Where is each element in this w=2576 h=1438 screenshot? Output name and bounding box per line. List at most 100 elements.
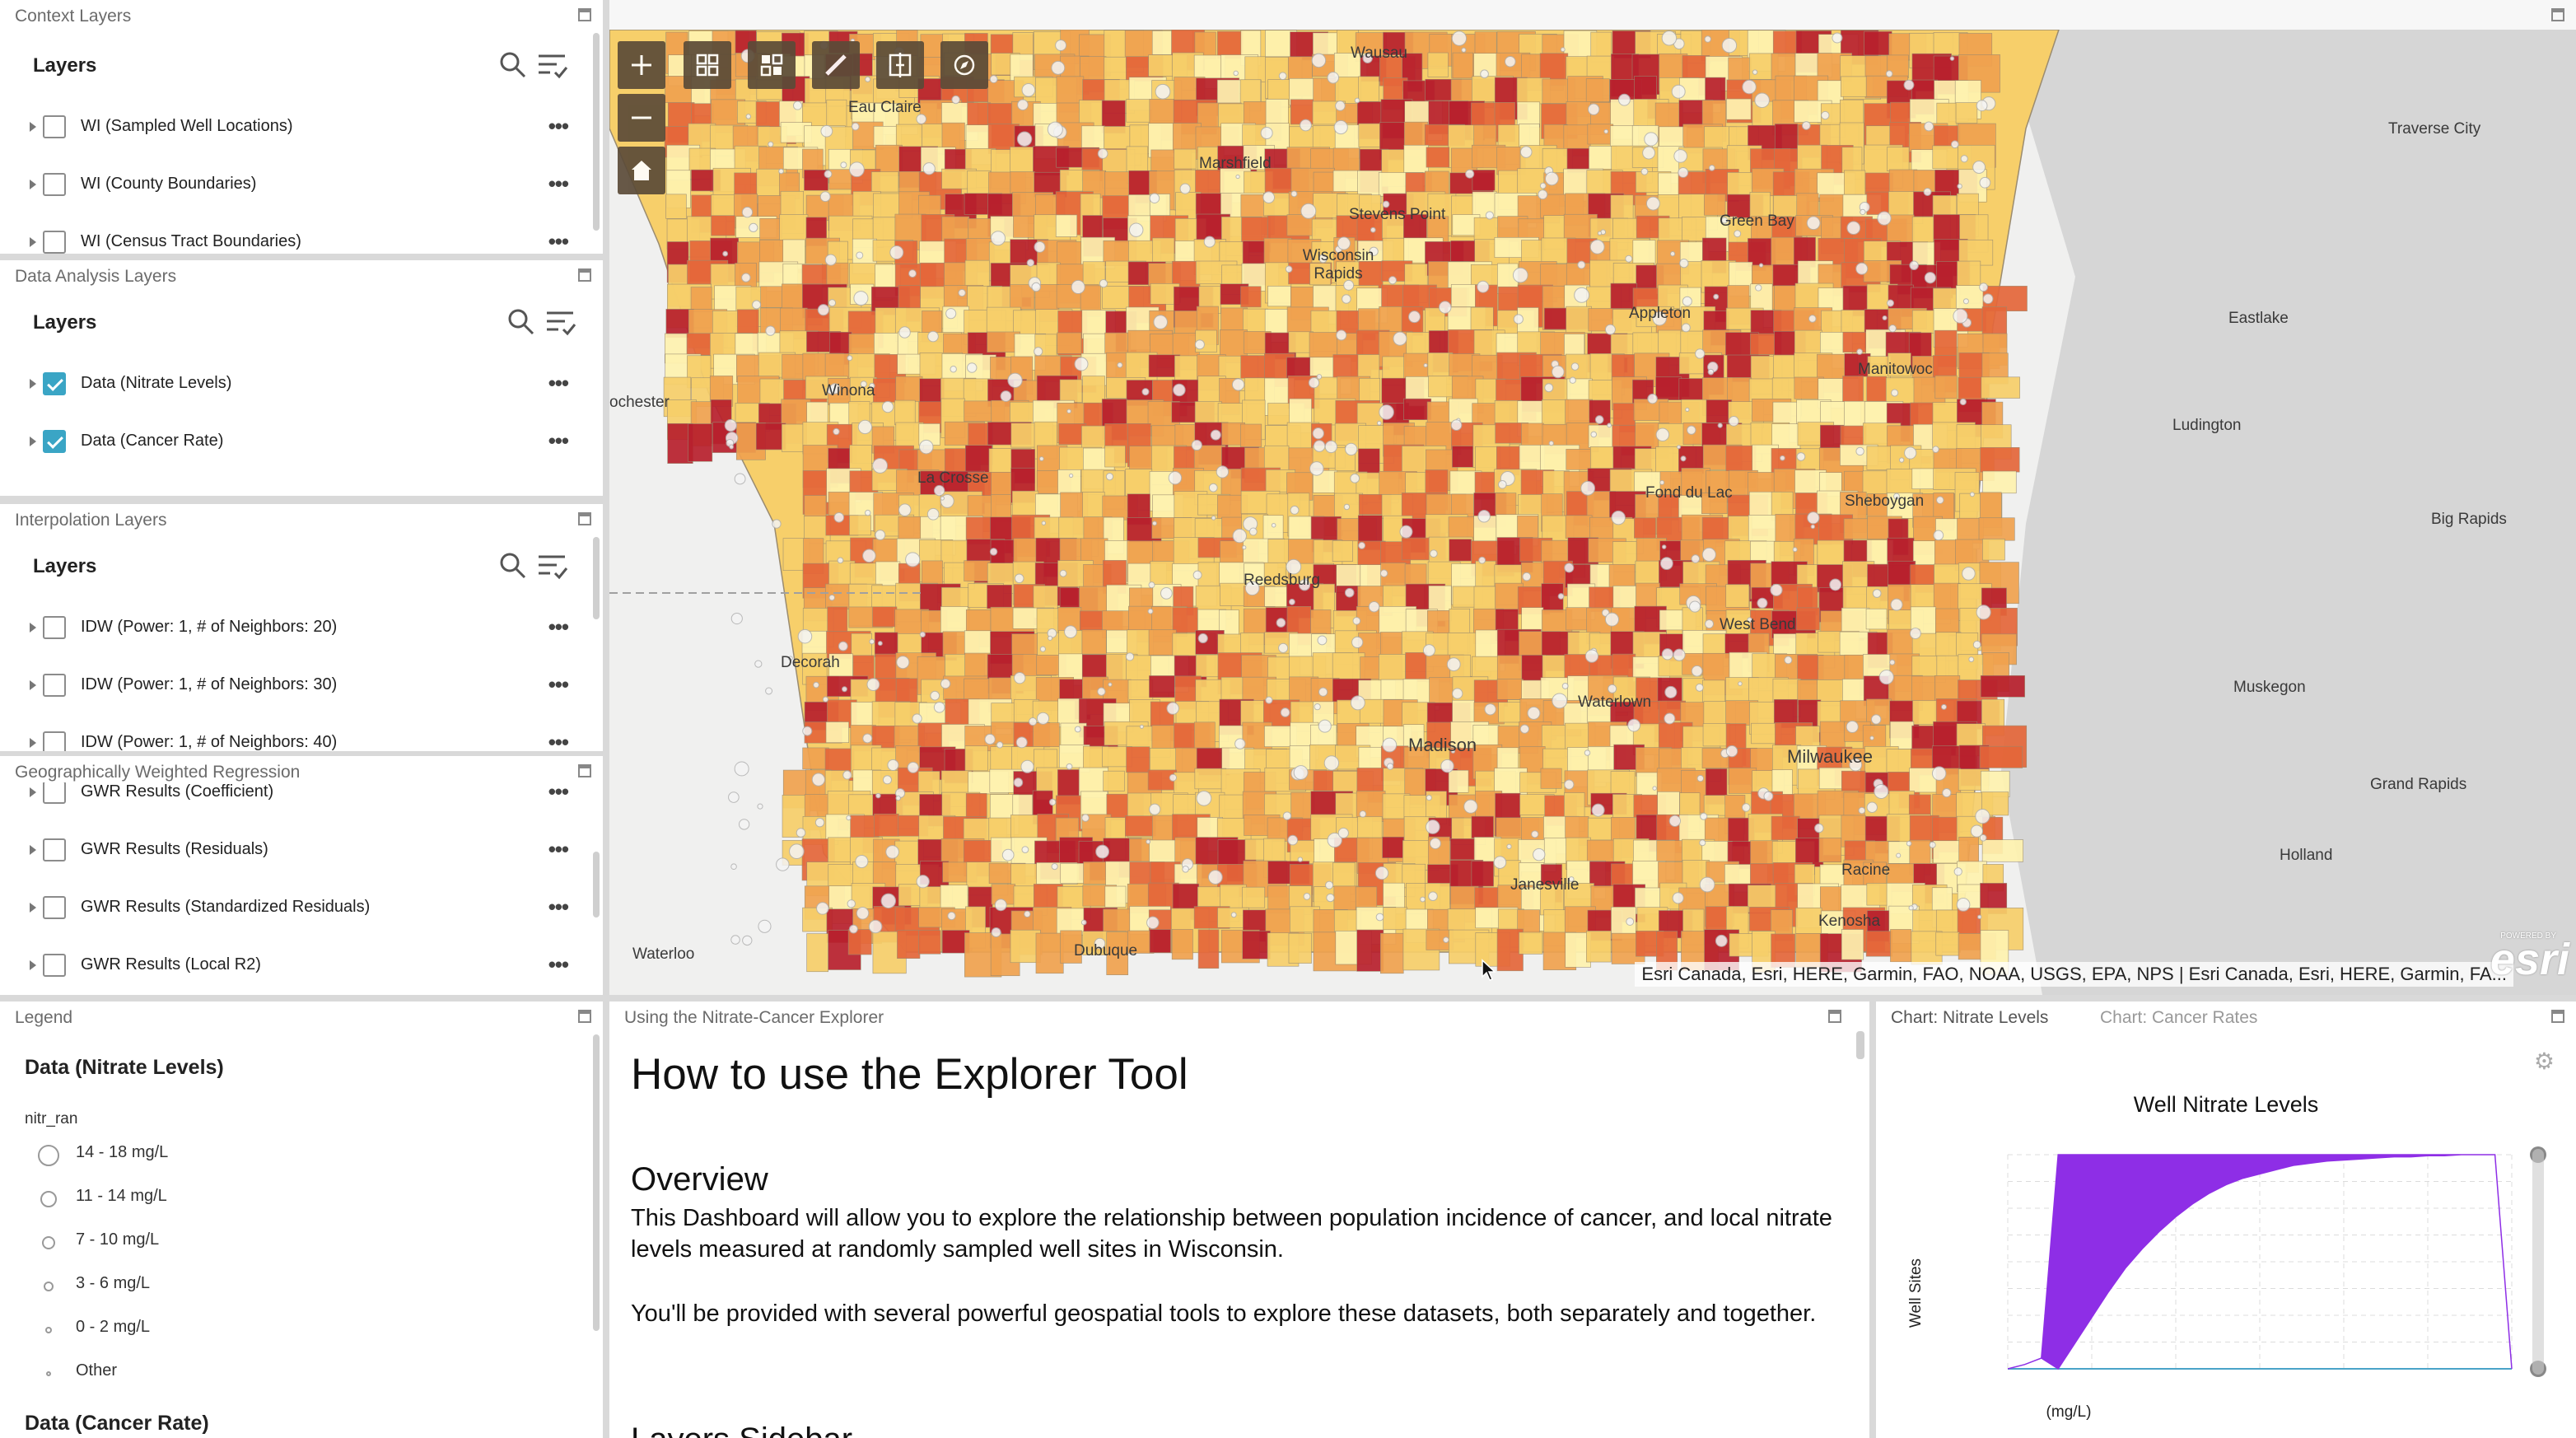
expand-caret-icon[interactable]	[30, 787, 36, 797]
well-point	[1211, 516, 1216, 521]
expand-caret-icon[interactable]	[30, 738, 36, 748]
map-attribution[interactable]: Esri Canada, Esri, HERE, Garmin, FAO, NO…	[1635, 962, 2513, 987]
layer-checkbox[interactable]	[43, 115, 66, 138]
expand-caret-icon[interactable]	[30, 237, 36, 247]
well-point	[820, 124, 833, 138]
scrollbar[interactable]	[593, 33, 600, 231]
more-options-icon[interactable]: •••	[548, 171, 569, 197]
layer-checkbox[interactable]	[43, 173, 66, 196]
plus-icon	[632, 55, 651, 75]
census-tract	[1934, 375, 1958, 399]
expand-caret-icon[interactable]	[30, 180, 36, 189]
well-point	[1336, 329, 1347, 341]
maximize-icon[interactable]	[1828, 1010, 1841, 1023]
swipe-button[interactable]	[876, 41, 924, 89]
more-options-icon[interactable]: •••	[548, 730, 569, 751]
well-point	[816, 902, 829, 915]
filter-list-icon[interactable]	[537, 552, 568, 580]
layer-checkbox[interactable]	[43, 231, 66, 254]
layer-item[interactable]: GWR Results (Local R2) •••	[25, 950, 578, 983]
measure-button[interactable]	[812, 41, 860, 89]
expand-caret-icon[interactable]	[30, 437, 36, 446]
layer-item[interactable]: WI (Census Tract Boundaries) •••	[25, 227, 578, 254]
layer-checkbox-checked[interactable]	[43, 430, 66, 453]
layer-item[interactable]: Data (Cancer Rate) •••	[25, 427, 578, 460]
scrollbar[interactable]	[1856, 1031, 1864, 1059]
basemap-gallery-button[interactable]	[748, 41, 796, 89]
layer-item[interactable]: IDW (Power: 1, # of Neighbors: 30) •••	[25, 670, 578, 703]
expand-caret-icon[interactable]	[30, 903, 36, 913]
search-icon[interactable]	[507, 308, 535, 336]
maximize-icon[interactable]	[578, 764, 591, 777]
chart-plot[interactable]: Well Sites (mg/L)	[1876, 1001, 2576, 1438]
map-panel[interactable]: Wausau Eau Claire Marshfield Stevens Poi…	[609, 0, 2576, 995]
layer-checkbox[interactable]	[43, 781, 66, 804]
layer-item[interactable]: GWR Results (Coefficient) •••	[25, 777, 578, 810]
census-tract	[806, 933, 828, 973]
more-options-icon[interactable]: •••	[548, 672, 569, 698]
more-options-icon[interactable]: •••	[548, 229, 569, 254]
layer-item[interactable]: GWR Results (Standardized Residuals) •••	[25, 893, 578, 926]
layer-checkbox[interactable]	[43, 616, 66, 639]
more-options-icon[interactable]: •••	[548, 837, 569, 862]
maximize-icon[interactable]	[2551, 8, 2564, 21]
layer-item[interactable]: IDW (Power: 1, # of Neighbors: 20) •••	[25, 613, 578, 646]
home-button[interactable]	[618, 147, 665, 194]
more-options-icon[interactable]: •••	[548, 428, 569, 454]
layer-item[interactable]: WI (County Boundaries) •••	[25, 170, 578, 203]
more-options-icon[interactable]: •••	[548, 114, 569, 139]
maximize-icon[interactable]	[578, 512, 591, 525]
layer-item[interactable]: Data (Nitrate Levels) •••	[25, 369, 578, 402]
layer-item[interactable]: GWR Results (Residuals) •••	[25, 835, 578, 868]
more-options-icon[interactable]: •••	[548, 371, 569, 396]
census-tract	[1357, 816, 1383, 838]
well-point	[1300, 119, 1312, 132]
census-tract	[1771, 815, 1800, 841]
well-point	[933, 701, 945, 713]
well-point	[1038, 456, 1044, 461]
well-point	[996, 741, 1004, 749]
well-point	[1316, 374, 1323, 380]
filter-list-icon[interactable]	[537, 51, 568, 79]
layer-checkbox[interactable]	[43, 731, 66, 751]
well-point	[1001, 848, 1015, 861]
census-tract	[987, 584, 1012, 609]
layer-checkbox-checked[interactable]	[43, 372, 66, 395]
well-point	[984, 733, 996, 745]
layer-checkbox[interactable]	[43, 838, 66, 861]
more-options-icon[interactable]: •••	[548, 614, 569, 640]
expand-caret-icon[interactable]	[30, 845, 36, 855]
well-point	[1095, 844, 1109, 859]
scrollbar[interactable]	[593, 1034, 600, 1331]
maximize-icon[interactable]	[578, 1010, 591, 1023]
more-options-icon[interactable]: •••	[548, 894, 569, 920]
more-options-icon[interactable]: •••	[548, 952, 569, 978]
scrollbar[interactable]	[593, 537, 600, 619]
filter-list-icon[interactable]	[545, 308, 576, 336]
expand-caret-icon[interactable]	[30, 960, 36, 970]
maximize-icon[interactable]	[578, 268, 591, 282]
census-tract	[1889, 721, 1915, 749]
scrollbar[interactable]	[593, 852, 600, 917]
expand-caret-icon[interactable]	[30, 379, 36, 389]
well-point	[895, 795, 901, 801]
locate-button[interactable]	[940, 41, 988, 89]
maximize-icon[interactable]	[578, 8, 591, 21]
zoom-out-button[interactable]	[618, 94, 665, 142]
expand-caret-icon[interactable]	[30, 122, 36, 132]
expand-caret-icon[interactable]	[30, 680, 36, 690]
layer-checkbox[interactable]	[43, 954, 66, 977]
interpolation-layers-panel: Interpolation Layers Layers IDW (Power: …	[0, 504, 603, 751]
layer-item[interactable]: WI (Sampled Well Locations) •••	[25, 112, 578, 145]
layer-item[interactable]: IDW (Power: 1, # of Neighbors: 40) •••	[25, 728, 578, 751]
search-icon[interactable]	[499, 51, 527, 79]
layer-checkbox[interactable]	[43, 674, 66, 697]
layer-checkbox[interactable]	[43, 896, 66, 919]
expand-caret-icon[interactable]	[30, 623, 36, 633]
zoom-in-button[interactable]	[618, 41, 665, 89]
well-point	[1376, 420, 1382, 426]
esri-logo[interactable]: esri	[2490, 934, 2569, 985]
search-icon[interactable]	[499, 552, 527, 580]
more-options-icon[interactable]: •••	[548, 779, 569, 805]
layer-list-button[interactable]	[684, 41, 731, 89]
